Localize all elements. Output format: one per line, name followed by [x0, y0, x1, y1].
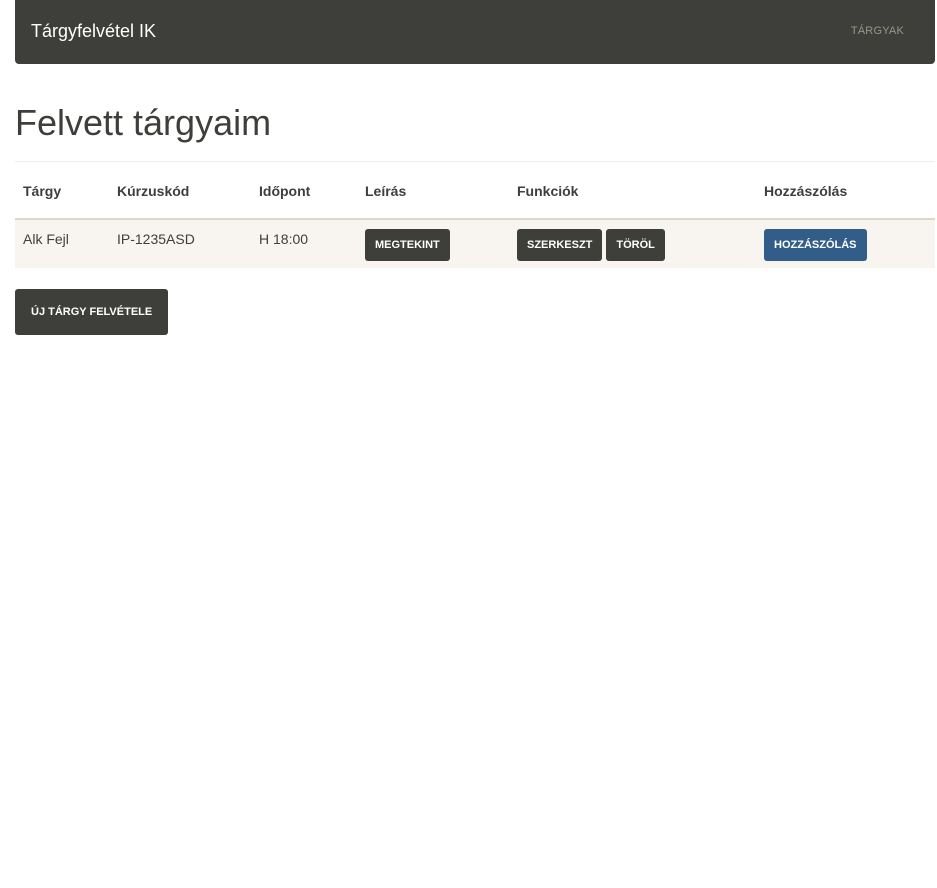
- column-header-time: Időpont: [251, 183, 357, 220]
- cell-functions: SZERKESZT TÖRÖL: [509, 219, 756, 268]
- new-course-button[interactable]: ÚJ TÁRGY FELVÉTELE: [15, 289, 169, 335]
- table-header-row: Tárgy Kúrzuskód Időpont Leírás Funkciók …: [15, 183, 935, 220]
- title-divider: [15, 161, 935, 162]
- column-header-comment: Hozzászólás: [756, 183, 935, 220]
- brand-link[interactable]: Tárgyfelvétel IK: [31, 21, 156, 42]
- column-header-description: Leírás: [357, 183, 509, 220]
- courses-table: Tárgy Kúrzuskód Időpont Leírás Funkciók …: [15, 183, 935, 268]
- cell-description: MEGTEKINT: [357, 219, 509, 268]
- cell-subject: Alk Fejl: [15, 219, 109, 268]
- cell-time: H 18:00: [251, 219, 357, 268]
- view-button[interactable]: MEGTEKINT: [365, 229, 450, 261]
- course-code: IP-1235ASD: [117, 231, 195, 247]
- subject-name: Alk Fejl: [23, 231, 69, 247]
- nav-link-targyak[interactable]: TÁRGYAK: [851, 25, 904, 37]
- column-header-functions: Funkciók: [509, 183, 756, 220]
- cell-comment: HOZZÁSZÓLÁS: [756, 219, 935, 268]
- column-header-code: Kúrzuskód: [109, 183, 251, 220]
- course-time: H 18:00: [259, 231, 309, 247]
- navbar: Tárgyfelvétel IK TÁRGYAK: [15, 0, 935, 64]
- comment-button[interactable]: HOZZÁSZÓLÁS: [764, 229, 867, 261]
- column-header-subject: Tárgy: [15, 183, 109, 220]
- table-row: Alk Fejl IP-1235ASD H 18:00 MEGTEKINT SZ…: [15, 219, 935, 268]
- edit-button[interactable]: SZERKESZT: [517, 229, 603, 261]
- delete-button[interactable]: TÖRÖL: [606, 229, 665, 261]
- cell-code: IP-1235ASD: [109, 219, 251, 268]
- page-title: Felvett tárgyaim: [15, 102, 272, 143]
